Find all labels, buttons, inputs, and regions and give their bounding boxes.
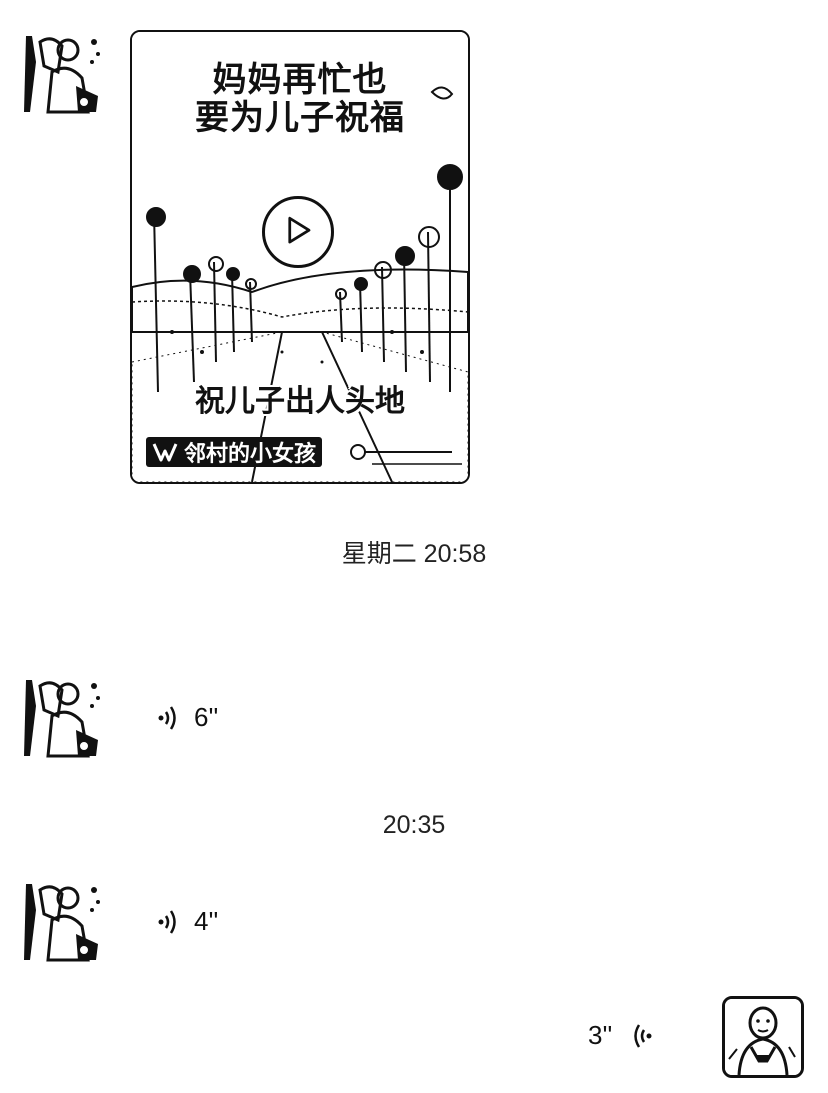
voice-wave-icon [158, 909, 176, 934]
video-message-card[interactable]: 妈妈再忙也 要为儿子祝福 祝儿子出人头地 邻村的小女孩 [130, 30, 470, 484]
voice-duration: 3'' [588, 1020, 613, 1050]
voice-message[interactable]: 4'' [156, 906, 218, 937]
play-icon [288, 216, 311, 244]
video-caption: 祝儿子出人头地 [195, 384, 405, 419]
voice-duration: 6'' [194, 702, 219, 732]
voice-wave-icon [634, 1023, 652, 1048]
voice-message-outgoing[interactable]: 3'' [588, 1020, 654, 1051]
voice-duration: 4'' [194, 906, 219, 936]
self-avatar[interactable] [722, 996, 804, 1078]
voice-message[interactable]: 6'' [156, 702, 218, 733]
verified-icon [350, 444, 366, 460]
voice-wave-icon [158, 705, 176, 730]
contact-avatar[interactable] [22, 880, 104, 962]
video-title-line-2: 要为儿子祝福 [195, 98, 405, 138]
contact-avatar[interactable] [22, 676, 104, 758]
contact-avatar[interactable] [22, 32, 104, 114]
timestamp: 20:35 [382, 811, 446, 839]
timestamp: 星期二 20:58 [341, 540, 487, 568]
video-title-line-1: 妈妈再忙也 [212, 60, 388, 100]
video-author[interactable]: 邻村的小女孩 [146, 437, 323, 467]
video-author-name: 邻村的小女孩 [184, 442, 317, 467]
play-button[interactable] [262, 196, 334, 268]
channels-logo-icon [152, 443, 178, 462]
